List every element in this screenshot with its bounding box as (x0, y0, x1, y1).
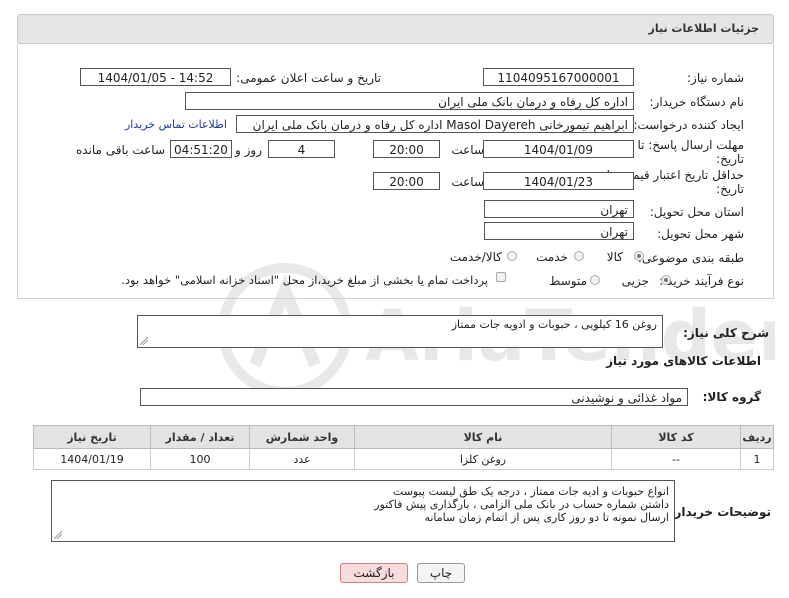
col-item-name: نام کالا (354, 425, 612, 449)
page-title: جزئیات اطلاعات نیاز (648, 22, 760, 35)
days-and-label: روز و (235, 143, 262, 157)
col-quantity: تعداد / مقدار (150, 425, 250, 449)
buyer-org-field: اداره کل رفاه و درمان بانک ملی ایران (185, 92, 634, 110)
requester-field: ابراهیم تیمورخانی Masol Dayereh اداره کل… (236, 115, 634, 133)
category-option-service: خدمت (536, 250, 568, 264)
city-field: تهران (484, 222, 634, 240)
need-number-label: شماره نیاز: (687, 71, 744, 85)
validity-label-date: تاریخ: (716, 182, 744, 196)
category-option-goods-service: کالا/خدمت (449, 250, 502, 264)
time-remaining-field: 04:51:20 (170, 140, 232, 158)
category-option-goods: کالا (606, 250, 623, 264)
announce-field: 1404/01/05 - 14:52 (80, 68, 231, 86)
summary-textarea[interactable]: روغن 16 کیلویی ، حبوبات و ادویه جات ممتا… (137, 315, 663, 348)
back-button[interactable]: بازگشت (340, 563, 408, 583)
table-header-row: ردیف کد کالا نام کالا واحد شمارش تعداد /… (33, 425, 774, 449)
summary-label: شرح کلی نیاز: (683, 326, 769, 340)
deadline-label-date: تاریخ: (716, 152, 744, 166)
resize-grip-icon[interactable] (140, 337, 148, 345)
cell-quantity: 100 (150, 448, 250, 470)
buyer-notes-line: ارسال نمونه تا دو روز کاری پس از اتمام ز… (424, 511, 669, 524)
table-row: 1 -- روغن کلزا عدد 100 1404/01/19 (33, 448, 774, 470)
col-row-number: ردیف (740, 425, 774, 449)
buyer-notes-line: داشتن شماره حساب در بانک ملی الزامی ، با… (374, 498, 669, 511)
print-button[interactable]: چاپ (417, 563, 465, 583)
goods-table: ردیف کد کالا نام کالا واحد شمارش تعداد /… (33, 425, 774, 470)
days-remaining-field: 4 (268, 140, 335, 158)
deadline-time-field: 20:00 (373, 140, 440, 158)
deadline-date-field: 1404/01/09 (483, 140, 634, 158)
process-radio-medium[interactable] (590, 275, 600, 285)
validity-time-label: ساعت (451, 175, 484, 189)
category-radio-service[interactable] (574, 251, 584, 261)
buyer-notes-line: انواع حبوبات و ادیه جات ممتاز ، درجه یک … (392, 485, 669, 498)
goods-group-label: گروه کالا: (702, 390, 761, 404)
cell-need-date: 1404/01/19 (33, 448, 151, 470)
process-option-minor: جزیی (621, 274, 649, 288)
need-number-field: 1104095167000001 (483, 68, 634, 86)
province-label: استان محل تحویل: (649, 205, 744, 219)
goods-section-title: اطلاعات کالاهای مورد نیاز (606, 354, 761, 368)
validity-time-field: 20:00 (373, 172, 440, 190)
treasury-payment-note: پرداخت تمام یا بخشی از مبلغ خرید،از محل … (121, 273, 488, 287)
cell-unit: عدد (249, 448, 355, 470)
requester-label: ایجاد کننده درخواست: (633, 118, 744, 132)
validity-date-field: 1404/01/23 (483, 172, 634, 190)
treasury-payment-checkbox[interactable] (496, 272, 506, 282)
process-label: نوع فرآیند خرید : (659, 274, 744, 288)
buyer-notes-label: توضیحات خریدار: (669, 505, 771, 519)
time-remaining-label: ساعت باقی مانده (75, 143, 165, 157)
deadline-time-label: ساعت (451, 143, 484, 157)
deadline-label: مهلت ارسال پاسخ: تا (637, 138, 744, 152)
cell-row-number: 1 (740, 448, 774, 470)
process-radio-minor[interactable] (661, 275, 671, 285)
category-label: طبقه بندی موضوعی: (637, 251, 744, 265)
buyer-org-label: نام دستگاه خریدار: (649, 95, 745, 109)
header-bar: جزئیات اطلاعات نیاز (17, 14, 774, 44)
goods-group-field: مواد غذائی و نوشیدنی (140, 388, 688, 406)
col-item-code: کد کالا (611, 425, 741, 449)
resize-grip-icon[interactable] (54, 531, 62, 539)
city-label: شهر محل تحویل: (657, 227, 744, 241)
announce-label: تاریخ و ساعت اعلان عمومی: (236, 71, 381, 85)
province-field: تهران (484, 200, 634, 218)
category-radio-goods-service[interactable] (507, 251, 517, 261)
buyer-notes-textarea[interactable]: انواع حبوبات و ادیه جات ممتاز ، درجه یک … (51, 480, 675, 542)
col-need-date: تاریخ نیاز (33, 425, 151, 449)
cell-item-name: روغن کلزا (354, 448, 612, 470)
cell-item-code: -- (611, 448, 741, 470)
summary-text: روغن 16 کیلویی ، حبوبات و ادویه جات ممتا… (451, 318, 657, 331)
process-option-medium: متوسط (549, 274, 587, 288)
contact-buyer-link[interactable]: اطلاعات تماس خریدار (125, 118, 227, 131)
category-radio-goods[interactable] (634, 251, 644, 261)
col-unit: واحد شمارش (249, 425, 355, 449)
